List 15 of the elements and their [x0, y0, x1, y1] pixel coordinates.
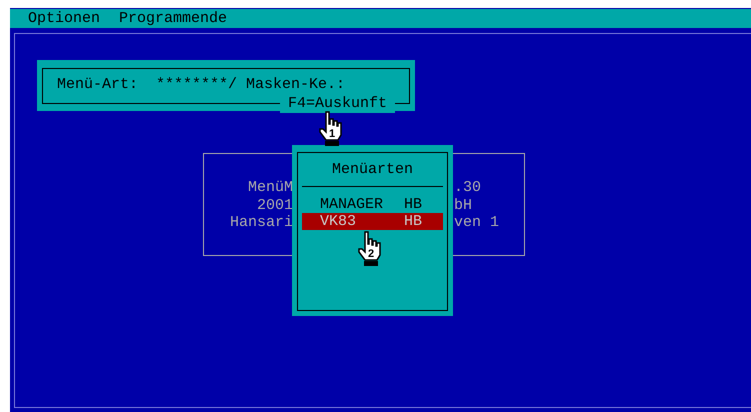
- info-text: MenüM: [246, 179, 293, 197]
- info-text: Hansari: [228, 214, 293, 232]
- list-item[interactable]: MANAGER HB: [302, 196, 443, 213]
- field-label: Menü-Art:: [57, 76, 138, 92]
- popup-title: Menüarten: [330, 161, 414, 179]
- info-text: .30: [454, 179, 482, 197]
- input-field[interactable]: ********/: [156, 76, 238, 92]
- info-text: ven 1: [454, 214, 500, 232]
- menu-item[interactable]: Programmende: [119, 9, 228, 28]
- list-item[interactable]: VK83 HB: [302, 213, 443, 230]
- info-text: 2001: [256, 196, 293, 214]
- field-label: Masken-Ke.:: [245, 76, 346, 92]
- key-hint: F4=Auskunft: [280, 95, 395, 113]
- info-text: bH: [454, 196, 474, 214]
- menu-item[interactable]: Optionen: [28, 9, 100, 28]
